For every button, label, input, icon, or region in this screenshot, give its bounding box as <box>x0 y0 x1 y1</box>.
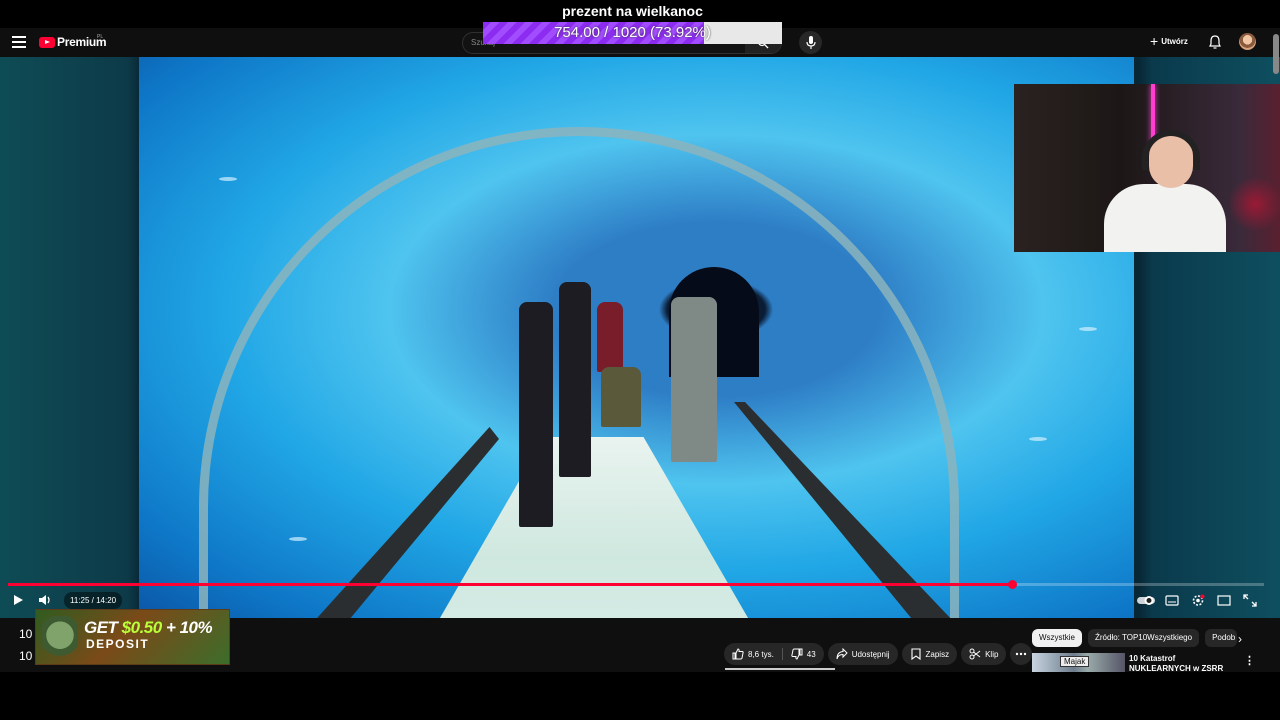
visitor <box>559 282 591 477</box>
app: Premium PL Szukaj + Utwórz prezent na wi… <box>0 0 1280 720</box>
like-button[interactable]: 8,6 tys. <box>724 643 782 665</box>
share-icon <box>836 648 848 660</box>
ad-amount: $0.50 <box>121 618 163 637</box>
visitor <box>671 297 717 462</box>
ad-headline: GET $0.50 + 10% <box>84 618 213 638</box>
chevron-right-icon[interactable]: › <box>1238 632 1242 646</box>
page-scrollbar[interactable] <box>1273 34 1279 74</box>
like-dislike-group: 8,6 tys. 43 <box>724 643 824 665</box>
theater-mode-icon[interactable] <box>1217 594 1231 607</box>
visitor <box>519 302 553 527</box>
bookmark-icon <box>910 648 921 660</box>
thumbs-up-icon <box>732 648 744 660</box>
chip-source[interactable]: Źródło: TOP10Wszystkiego <box>1088 629 1200 647</box>
video-title-line: 10 <box>19 627 33 641</box>
play-icon[interactable] <box>12 594 24 606</box>
voice-search-button[interactable] <box>799 31 822 54</box>
video-title-fragment: 10 10 <box>19 623 32 667</box>
volume-icon[interactable] <box>38 594 52 606</box>
chip-all[interactable]: Wszystkie <box>1032 629 1082 647</box>
dislike-button[interactable]: 43 <box>783 643 824 665</box>
mic-icon <box>806 36 816 49</box>
youtube-logo-icon <box>39 36 55 48</box>
more-horizontal-icon <box>1016 652 1027 656</box>
clip-label: Klip <box>985 649 999 659</box>
donation-goal-text: 754.00 / 1020 (73.92%) <box>554 24 711 41</box>
progress-played <box>8 583 1013 586</box>
more-vertical-icon[interactable]: ⋮ <box>1244 654 1255 667</box>
recommended-title[interactable]: 10 Katastrof NUKLEARNYCH w ZSRR <box>1129 654 1239 674</box>
scissors-icon <box>969 648 981 660</box>
subtitles-icon[interactable] <box>1165 594 1179 607</box>
create-button[interactable]: + Utwórz <box>1150 33 1188 49</box>
menu-icon[interactable] <box>12 36 26 48</box>
visitor <box>597 302 623 372</box>
video-frame[interactable] <box>139 57 1134 618</box>
recommendation-chips: Wszystkie Źródło: TOP10Wszystkiego Podob <box>1032 629 1238 647</box>
bell-icon[interactable] <box>1209 35 1221 49</box>
time-display: 11:25 / 14:20 <box>64 592 123 609</box>
donation-goal-title: prezent na wielkanoc <box>562 3 703 19</box>
action-bar: 8,6 tys. 43 Udostępnij Zapisz Klip <box>724 643 1033 665</box>
fish <box>1029 437 1047 441</box>
logo-region: PL <box>97 34 104 40</box>
more-actions-button[interactable] <box>1010 643 1033 665</box>
share-label: Udostępnij <box>851 649 890 659</box>
video-title-line: 10 <box>19 649 33 663</box>
chair-glow <box>1230 174 1280 234</box>
action-bar-underline <box>725 668 835 670</box>
donation-goal-bar: 754.00 / 1020 (73.92%) <box>483 22 782 44</box>
casino-ad-overlay[interactable]: GET $0.50 + 10% DEPOSIT <box>35 609 230 665</box>
fullscreen-icon[interactable] <box>1243 594 1257 607</box>
page-bottom <box>0 672 1280 720</box>
ad-subline: DEPOSIT <box>86 637 150 651</box>
save-label: Zapisz <box>925 649 950 659</box>
save-button[interactable]: Zapisz <box>901 643 958 665</box>
clip-button[interactable]: Klip <box>961 643 1007 665</box>
goblin-mascot-icon <box>42 616 78 664</box>
progress-scrubber[interactable] <box>1008 580 1018 589</box>
ad-suffix: + 10% <box>161 618 213 637</box>
fish <box>1079 327 1097 331</box>
youtube-premium-logo[interactable]: Premium PL <box>39 34 107 49</box>
avatar[interactable] <box>1239 33 1256 50</box>
progress-bar[interactable] <box>8 580 1264 589</box>
plus-icon: + <box>1150 33 1159 49</box>
recommended-thumbnail[interactable]: Majak <box>1032 653 1125 672</box>
fish <box>289 537 307 541</box>
thumbnail-badge: Majak <box>1060 656 1090 667</box>
settings-gear-icon[interactable] <box>1191 594 1205 607</box>
autoplay-toggle-icon[interactable] <box>1137 594 1155 607</box>
streamer-shirt <box>1104 184 1226 252</box>
dislike-count: 43 <box>806 649 816 659</box>
streamer-webcam <box>1014 84 1280 252</box>
ad-prefix: GET <box>84 618 122 637</box>
fish <box>219 177 237 181</box>
thumbs-down-icon <box>791 648 803 660</box>
create-label: Utwórz <box>1161 36 1188 46</box>
chip-similar[interactable]: Podob <box>1205 629 1238 647</box>
visitor <box>601 367 641 427</box>
like-count: 8,6 tys. <box>748 649 774 659</box>
share-button[interactable]: Udostępnij <box>827 643 898 665</box>
